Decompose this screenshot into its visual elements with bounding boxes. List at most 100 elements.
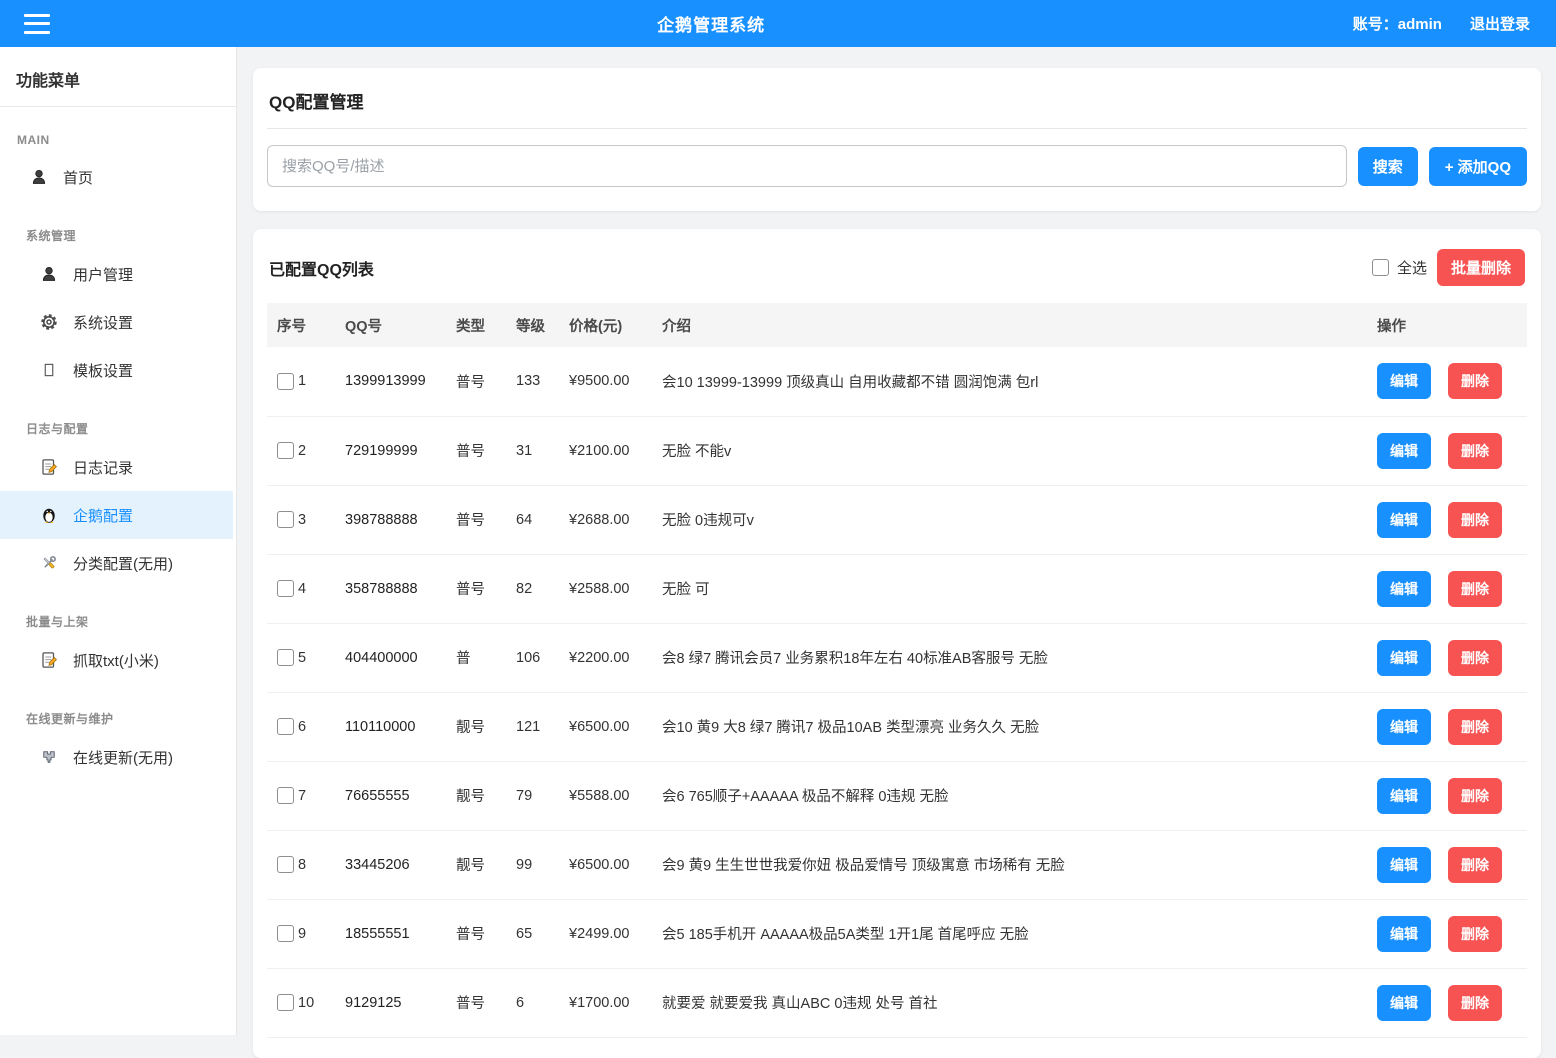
- row-index: 5: [298, 650, 306, 666]
- row-description: 会8 绿7 腾讯会员7 业务累积18年左右 40标准AB客服号 无脸: [652, 623, 1367, 692]
- sidebar-item-user-management[interactable]: 用户管理: [0, 250, 233, 298]
- row-checkbox[interactable]: [277, 925, 294, 942]
- row-type: 靓号: [446, 692, 506, 761]
- delete-button[interactable]: 删除: [1448, 433, 1502, 469]
- batch-delete-button[interactable]: 批量删除: [1437, 249, 1525, 286]
- sidebar-item-penguin-config[interactable]: 企鹅配置: [0, 491, 233, 539]
- row-level: 82: [506, 554, 559, 623]
- row-type: 普号: [446, 899, 506, 968]
- qq-config-card: QQ配置管理 搜索 + 添加QQ: [253, 68, 1541, 211]
- qq-list-card: 已配置QQ列表 全选 批量删除 序号 QQ号 类型 等级 价: [253, 229, 1541, 1058]
- row-checkbox[interactable]: [277, 511, 294, 528]
- row-index: 9: [298, 926, 306, 942]
- app-title: 企鹅管理系统: [657, 11, 765, 36]
- search-button[interactable]: 搜索: [1358, 147, 1418, 186]
- sidebar-item-label: 分类配置(无用): [73, 553, 173, 574]
- sidebar-item-label: 首页: [63, 167, 93, 188]
- sidebar-heading: 功能菜单: [0, 47, 236, 107]
- row-checkbox[interactable]: [277, 856, 294, 873]
- sidebar-group-system: 系统管理 用户管理 系统设置 模板设置: [0, 227, 236, 394]
- sidebar-section-logs-config: 日志与配置: [0, 420, 236, 443]
- row-checkbox[interactable]: [277, 649, 294, 666]
- widget-icon: [40, 748, 58, 766]
- table-row: 8 33445206 靓号 99 ¥6500.00 会9 黄9 生生世世我爱你妞…: [267, 830, 1527, 899]
- row-description: 会10 黄9 大8 绿7 腾讯7 极品10AB 类型漂亮 业务久久 无脸: [652, 692, 1367, 761]
- edit-button[interactable]: 编辑: [1377, 640, 1431, 676]
- sidebar-item-system-settings[interactable]: 系统设置: [0, 298, 233, 346]
- edit-button[interactable]: 编辑: [1377, 847, 1431, 883]
- row-qq-number: 404400000: [335, 623, 446, 692]
- select-all[interactable]: 全选: [1372, 257, 1427, 278]
- delete-button[interactable]: 删除: [1448, 778, 1502, 814]
- sidebar-item-online-update[interactable]: 在线更新(无用): [0, 733, 233, 781]
- sidebar-item-grab-txt[interactable]: 抓取txt(小米): [0, 636, 233, 684]
- row-price: ¥9500.00: [559, 347, 652, 416]
- main-content: QQ配置管理 搜索 + 添加QQ 已配置QQ列表 全选 批量删除: [237, 47, 1556, 1058]
- row-type: 普号: [446, 347, 506, 416]
- row-checkbox[interactable]: [277, 718, 294, 735]
- edit-button[interactable]: 编辑: [1377, 571, 1431, 607]
- row-checkbox[interactable]: [277, 787, 294, 804]
- delete-button[interactable]: 删除: [1448, 916, 1502, 952]
- col-header-type: 类型: [446, 303, 506, 347]
- row-qq-number: 9129125: [335, 968, 446, 1037]
- delete-button[interactable]: 删除: [1448, 363, 1502, 399]
- sidebar-item-template-settings[interactable]: 模板设置: [0, 346, 233, 394]
- row-level: 64: [506, 485, 559, 554]
- edit-button[interactable]: 编辑: [1377, 502, 1431, 538]
- table-row: 9 18555551 普号 65 ¥2499.00 会5 185手机开 AAAA…: [267, 899, 1527, 968]
- row-checkbox[interactable]: [277, 580, 294, 597]
- edit-button[interactable]: 编辑: [1377, 433, 1431, 469]
- table-row: 6 110110000 靓号 121 ¥6500.00 会10 黄9 大8 绿7…: [267, 692, 1527, 761]
- row-index: 6: [298, 719, 306, 735]
- delete-button[interactable]: 删除: [1448, 571, 1502, 607]
- row-price: ¥2688.00: [559, 485, 652, 554]
- row-qq-number: 358788888: [335, 554, 446, 623]
- sidebar-item-label: 用户管理: [73, 264, 133, 285]
- select-all-checkbox[interactable]: [1372, 259, 1389, 276]
- row-level: 65: [506, 899, 559, 968]
- col-header-actions: 操作: [1367, 303, 1527, 347]
- gear-icon: [40, 313, 58, 331]
- delete-button[interactable]: 删除: [1448, 640, 1502, 676]
- row-price: ¥1700.00: [559, 968, 652, 1037]
- sidebar-section-batch: 批量与上架: [0, 613, 236, 636]
- row-level: 99: [506, 830, 559, 899]
- row-price: ¥2499.00: [559, 899, 652, 968]
- edit-button[interactable]: 编辑: [1377, 778, 1431, 814]
- row-level: 133: [506, 347, 559, 416]
- sidebar-section-system: 系统管理: [0, 227, 236, 250]
- delete-button[interactable]: 删除: [1448, 709, 1502, 745]
- sidebar-item-category-config[interactable]: 分类配置(无用): [0, 539, 233, 587]
- edit-button[interactable]: 编辑: [1377, 709, 1431, 745]
- edit-button[interactable]: 编辑: [1377, 985, 1431, 1021]
- sidebar-item-home[interactable]: 首页: [0, 153, 233, 201]
- edit-button[interactable]: 编辑: [1377, 363, 1431, 399]
- logout-link[interactable]: 退出登录: [1470, 13, 1530, 34]
- sidebar-item-log-records[interactable]: 日志记录: [0, 443, 233, 491]
- add-qq-button[interactable]: + 添加QQ: [1429, 147, 1527, 186]
- search-input[interactable]: [267, 145, 1347, 187]
- edit-button[interactable]: 编辑: [1377, 916, 1431, 952]
- tools-icon: [40, 554, 58, 572]
- row-checkbox[interactable]: [277, 442, 294, 459]
- row-checkbox[interactable]: [277, 373, 294, 390]
- col-header-index: 序号: [267, 303, 335, 347]
- row-qq-number: 398788888: [335, 485, 446, 554]
- table-header-row: 序号 QQ号 类型 等级 价格(元) 介绍 操作: [267, 303, 1527, 347]
- row-level: 31: [506, 416, 559, 485]
- row-price: ¥2200.00: [559, 623, 652, 692]
- table-row: 7 76655555 靓号 79 ¥5588.00 会6 765顺子+AAAAA…: [267, 761, 1527, 830]
- table-row: 3 398788888 普号 64 ¥2688.00 无脸 0违规可v 编辑 删…: [267, 485, 1527, 554]
- memo-icon: [40, 458, 58, 476]
- row-level: 6: [506, 968, 559, 1037]
- delete-button[interactable]: 删除: [1448, 985, 1502, 1021]
- sidebar-item-label: 系统设置: [73, 312, 133, 333]
- row-checkbox[interactable]: [277, 994, 294, 1011]
- delete-button[interactable]: 删除: [1448, 847, 1502, 883]
- qq-table: 序号 QQ号 类型 等级 价格(元) 介绍 操作 1 1399913999: [267, 303, 1527, 1038]
- row-description: 会9 黄9 生生世世我爱你妞 极品爱情号 顶级寓意 市场稀有 无脸: [652, 830, 1367, 899]
- row-index: 3: [298, 512, 306, 528]
- delete-button[interactable]: 删除: [1448, 502, 1502, 538]
- menu-icon[interactable]: [24, 14, 50, 34]
